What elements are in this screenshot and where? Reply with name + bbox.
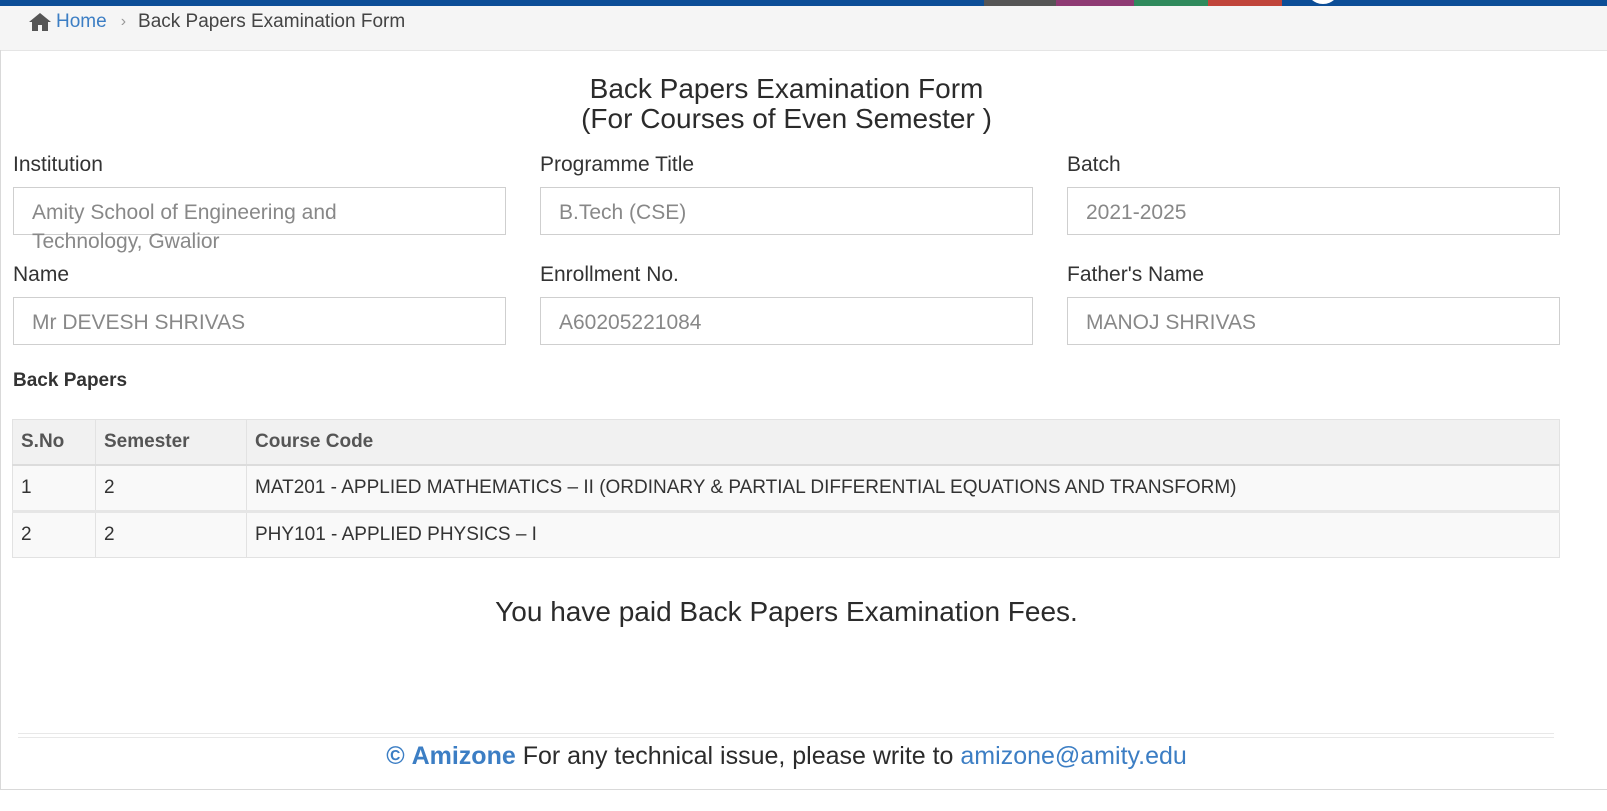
cell-sno: 1 <box>12 464 96 512</box>
breadcrumb-current: Back Papers Examination Form <box>138 11 406 32</box>
page-title: Back Papers Examination Form (For Course… <box>0 74 1573 134</box>
cell-course: MAT201 - APPLIED MATHEMATICS – II (ORDIN… <box>246 464 1560 512</box>
programme-label: Programme Title <box>540 153 695 176</box>
programme-field: Programme Title B.Tech (CSE) <box>540 151 1033 235</box>
father-name-field: Father's Name MANOJ SHRIVAS <box>1067 261 1560 345</box>
back-papers-heading: Back Papers <box>13 370 128 391</box>
enrollment-input[interactable]: A60205221084 <box>540 297 1033 345</box>
institution-input[interactable]: Amity School of Engineering and Technolo… <box>13 187 506 253</box>
page-bottom-border <box>0 789 1607 790</box>
cell-course: PHY101 - APPLIED PHYSICS – I <box>246 510 1560 558</box>
cell-semester: 2 <box>95 510 247 558</box>
page-border <box>0 50 1 790</box>
fee-status-message: You have paid Back Papers Examination Fe… <box>495 596 1078 627</box>
footer-brand: Amizone <box>411 742 516 770</box>
batch-input[interactable]: 2021-2025 <box>1067 187 1560 235</box>
breadcrumb-home-link[interactable]: Home <box>28 11 107 33</box>
batch-field: Batch 2021-2025 <box>1067 151 1560 235</box>
programme-input[interactable]: B.Tech (CSE) <box>540 187 1033 235</box>
enrollment-field: Enrollment No. A60205221084 <box>540 261 1033 345</box>
name-field: Name Mr DEVESH SHRIVAS <box>13 261 506 345</box>
institution-field: Institution Amity School of Engineering … <box>13 151 506 253</box>
table-row: 2 2 PHY101 - APPLIED PHYSICS – I <box>12 510 1560 558</box>
father-name-label: Father's Name <box>1067 263 1205 286</box>
name-label: Name <box>13 263 70 286</box>
name-input[interactable]: Mr DEVESH SHRIVAS <box>13 297 506 345</box>
header-sno: S.No <box>12 419 96 466</box>
footer-text: For any technical issue, please write to <box>515 742 961 770</box>
institution-label: Institution <box>13 153 103 176</box>
table-row: 1 2 MAT201 - APPLIED MATHEMATICS – II (O… <box>12 464 1560 512</box>
back-papers-table: S.No Semester Course Code 1 2 MAT201 - A… <box>12 419 1560 558</box>
enrollment-label: Enrollment No. <box>540 263 679 286</box>
header-semester: Semester <box>95 419 247 466</box>
cell-sno: 2 <box>12 510 96 558</box>
title-line-2: (For Courses of Even Semester ) <box>581 103 992 134</box>
chevron-right-icon: › <box>120 13 127 30</box>
home-icon <box>29 13 51 31</box>
copyright-symbol: © <box>386 742 405 770</box>
footer: © Amizone For any technical issue, pleas… <box>0 742 1573 771</box>
cell-semester: 2 <box>95 464 247 512</box>
title-line-1: Back Papers Examination Form <box>589 73 984 104</box>
breadcrumb: Home › Back Papers Examination Form <box>0 6 1607 51</box>
father-name-input[interactable]: MANOJ SHRIVAS <box>1067 297 1560 345</box>
batch-label: Batch <box>1067 153 1121 176</box>
table-header-row: S.No Semester Course Code <box>12 419 1560 466</box>
header-course-code: Course Code <box>246 419 1560 466</box>
home-label[interactable]: Home <box>56 11 107 33</box>
footer-divider <box>18 733 1554 738</box>
support-email-link[interactable]: amizone@amity.edu <box>960 742 1186 770</box>
